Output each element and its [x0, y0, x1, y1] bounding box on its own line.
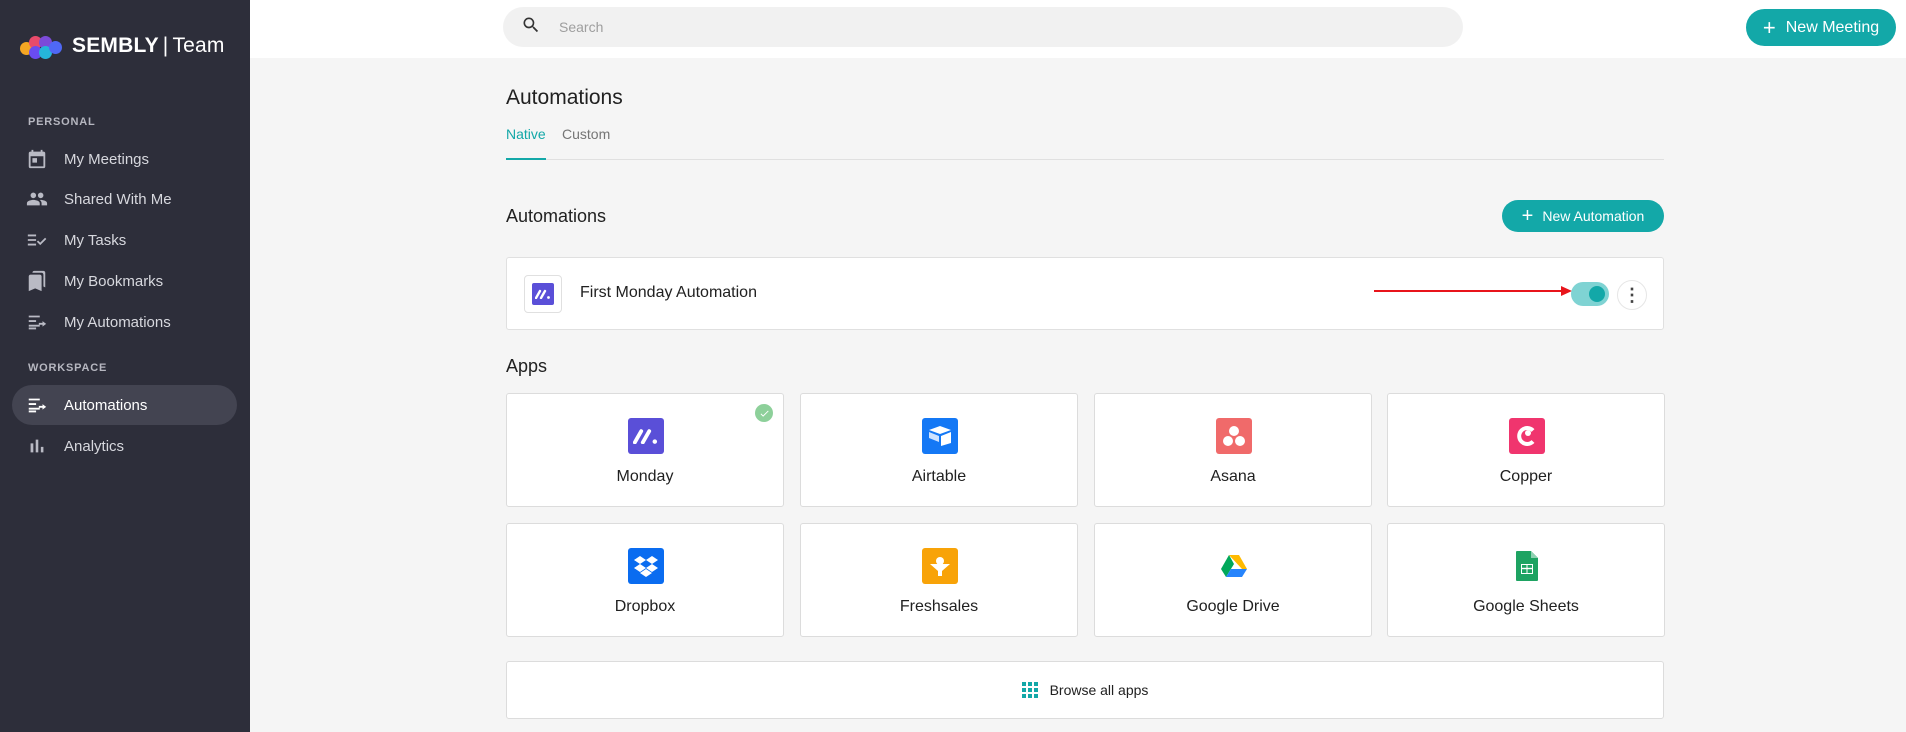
toggle-knob [1589, 286, 1605, 302]
airtable-icon [922, 418, 958, 454]
red-arrow-annotation [1374, 286, 1572, 296]
sidebar-item-label: My Meetings [64, 150, 150, 168]
calendar-icon [26, 148, 48, 170]
app-name: Airtable [911, 468, 967, 485]
sidebar-item-label: My Bookmarks [64, 272, 164, 290]
automation-icon [26, 311, 48, 333]
automation-icon [26, 394, 48, 416]
sidebar-item-automations[interactable]: Automations [12, 385, 237, 425]
people-icon [26, 188, 48, 210]
dropbox-icon [628, 548, 664, 584]
app-name: Asana [1210, 468, 1256, 485]
search-input[interactable] [559, 19, 1439, 35]
checklist-icon [26, 229, 48, 251]
sidebar-item-label: My Tasks [64, 231, 127, 249]
bar-chart-icon [26, 435, 48, 457]
sidebar-item-analytics[interactable]: Analytics [12, 426, 237, 466]
sidebar-item-label: Shared With Me [64, 190, 172, 208]
top-bar: + New Meeting [250, 0, 1906, 58]
app-name: Google Drive [1186, 598, 1280, 615]
search-bar[interactable] [503, 7, 1463, 47]
sidebar-item-label: My Automations [64, 313, 171, 331]
app-name: Copper [1499, 468, 1553, 485]
tab-native[interactable]: Native [506, 124, 546, 160]
browse-all-apps-button[interactable]: Browse all apps [506, 661, 1664, 719]
connected-check-icon [755, 404, 773, 422]
google-drive-icon [1216, 548, 1252, 584]
new-meeting-button[interactable]: + New Meeting [1746, 9, 1896, 46]
app-name: Google Sheets [1473, 598, 1579, 615]
new-meeting-label: New Meeting [1785, 18, 1880, 36]
sidebar-item-label: Automations [64, 396, 148, 414]
app-name: Dropbox [614, 598, 676, 615]
brand-plan: Team [172, 34, 225, 57]
tab-custom[interactable]: Custom [562, 124, 610, 160]
plus-icon: + [1762, 14, 1776, 40]
monday-logo [524, 275, 562, 313]
automation-name: First Monday Automation [580, 284, 757, 301]
google-sheets-icon [1509, 548, 1545, 584]
sidebar-item-shared-with-me[interactable]: Shared With Me [12, 179, 237, 219]
logo-text: SEMBLY | Team [72, 34, 225, 57]
sembly-logo[interactable]: SEMBLY | Team [20, 33, 225, 59]
tabs: Native Custom [506, 124, 1664, 160]
monday-icon [628, 418, 664, 454]
asana-icon [1216, 418, 1252, 454]
monday-icon [532, 283, 554, 305]
sidebar-item-my-meetings[interactable]: My Meetings [12, 139, 237, 179]
automation-enabled-toggle[interactable] [1571, 282, 1609, 306]
app-card-copper[interactable]: Copper [1387, 393, 1665, 507]
sidebar: SEMBLY | Team PERSONAL My Meetings Shared … [0, 0, 250, 732]
app-card-freshsales[interactable]: Freshsales [800, 523, 1078, 637]
sidebar-item-my-tasks[interactable]: My Tasks [12, 220, 237, 260]
brand-name: SEMBLY [72, 34, 159, 57]
search-icon [521, 15, 541, 40]
app-card-monday[interactable]: Monday [506, 393, 784, 507]
sidebar-item-my-bookmarks[interactable]: My Bookmarks [12, 261, 237, 301]
app-card-asana[interactable]: Asana [1094, 393, 1372, 507]
more-vertical-icon: ⋮ [1623, 285, 1641, 305]
workspace-section-label: WORKSPACE [28, 362, 108, 374]
bookmark-icon [26, 270, 48, 292]
automation-row[interactable]: First Monday Automation ⋮ [506, 257, 1664, 330]
sidebar-item-label: Analytics [64, 437, 125, 455]
more-options-button[interactable]: ⋮ [1617, 280, 1647, 310]
app-card-airtable[interactable]: Airtable [800, 393, 1078, 507]
grid-icon [1021, 682, 1038, 698]
plus-icon: + [1521, 205, 1534, 227]
app-card-google-sheets[interactable]: Google Sheets [1387, 523, 1665, 637]
automations-section-title: Automations [506, 206, 607, 226]
app-name: Freshsales [899, 598, 979, 615]
apps-section-title: Apps [506, 356, 548, 376]
browse-all-apps-label: Browse all apps [1049, 682, 1149, 698]
app-card-google-drive[interactable]: Google Drive [1094, 523, 1372, 637]
app-name: Monday [616, 468, 674, 485]
copper-icon [1509, 418, 1545, 454]
page-title: Automations [506, 86, 623, 109]
new-automation-button[interactable]: + New Automation [1502, 200, 1664, 232]
freshsales-icon [922, 548, 958, 584]
logo-mark-icon [20, 33, 64, 59]
new-automation-label: New Automation [1542, 208, 1645, 224]
personal-section-label: PERSONAL [28, 116, 96, 128]
sidebar-item-my-automations[interactable]: My Automations [12, 302, 237, 342]
app-card-dropbox[interactable]: Dropbox [506, 523, 784, 637]
